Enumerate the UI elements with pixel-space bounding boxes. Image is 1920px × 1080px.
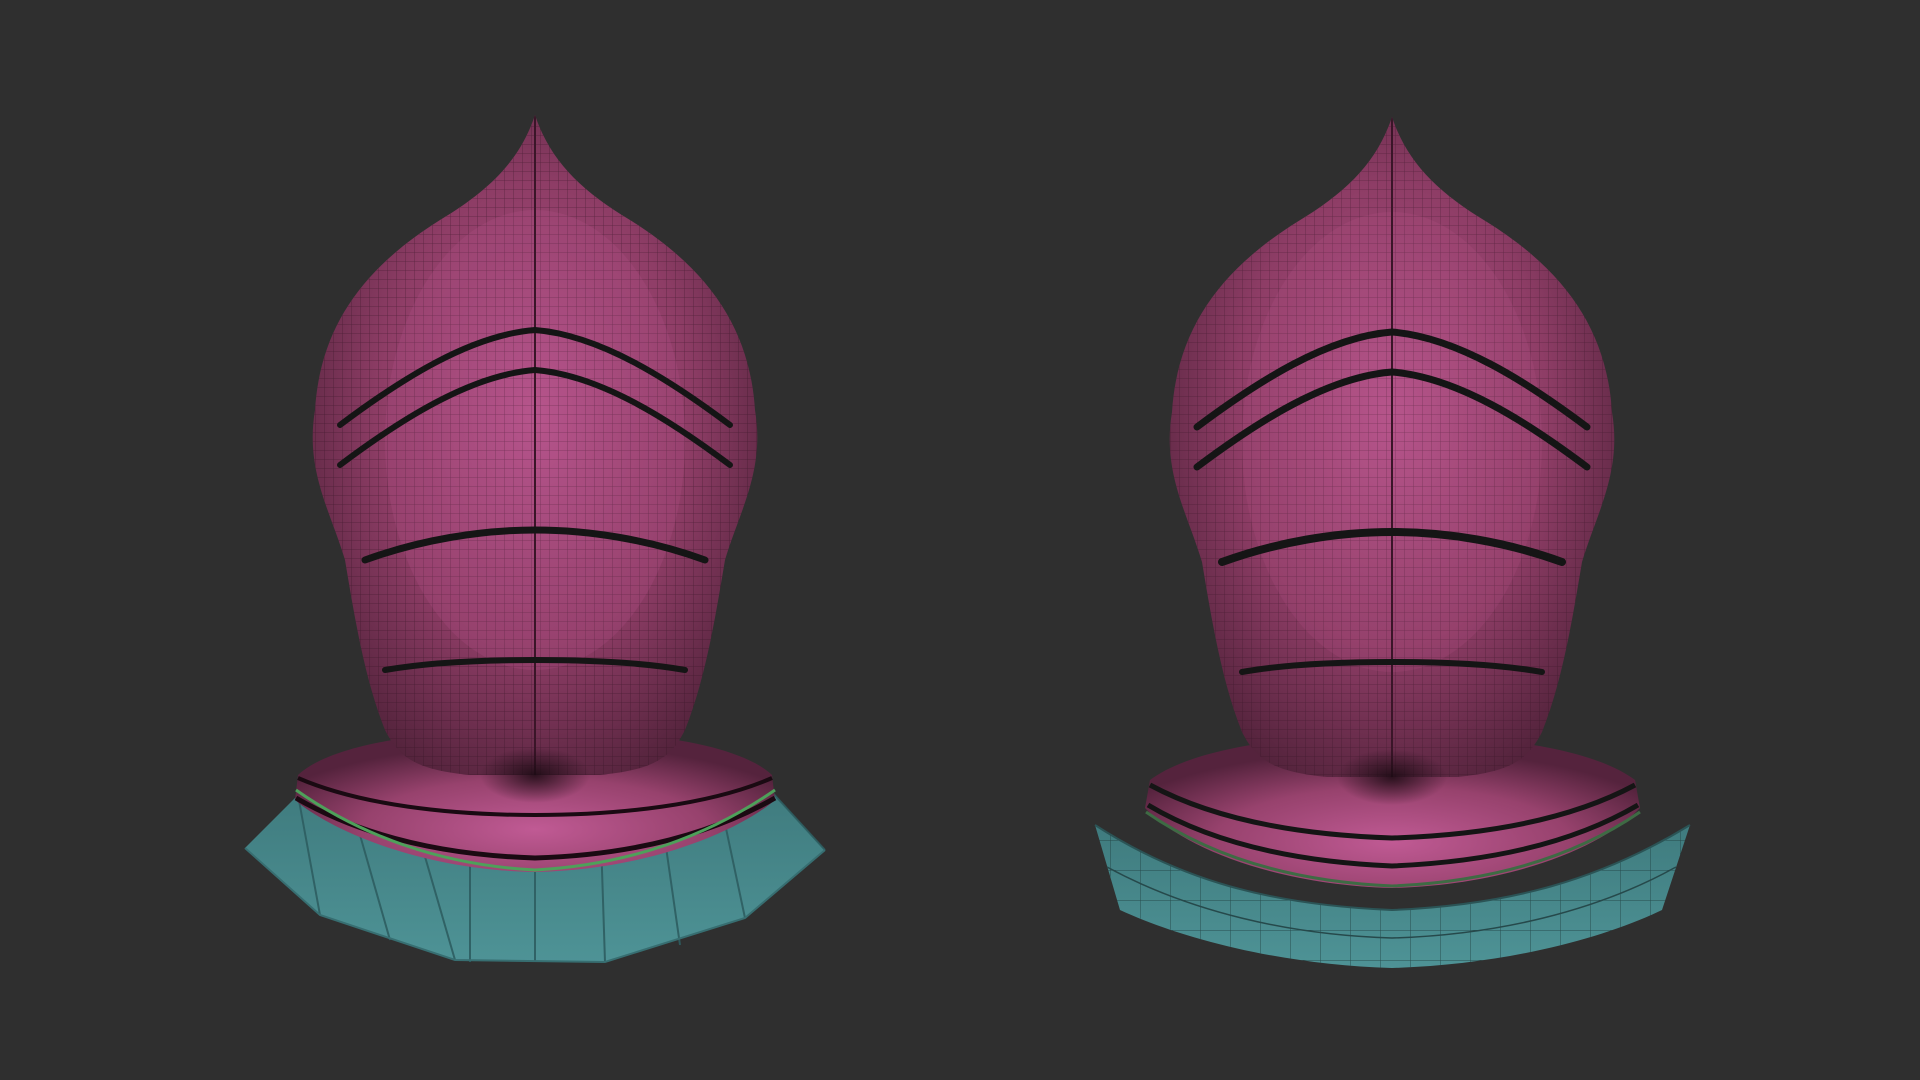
scene-canvas (0, 0, 1920, 1080)
3d-viewport[interactable] (0, 0, 1920, 1080)
chin-shadow (480, 747, 590, 803)
chin-shadow (1337, 749, 1447, 805)
